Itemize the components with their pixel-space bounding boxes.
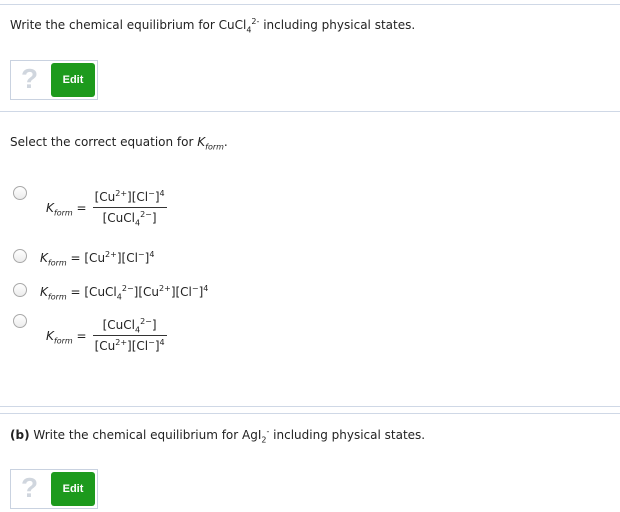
help-icon[interactable]: ? [21, 63, 38, 95]
part-a-question: Write the chemical equilibrium for CuCl4… [10, 17, 416, 35]
option-1-denominator: [CuCl42−] [102, 210, 157, 228]
option-3-radio[interactable] [13, 283, 27, 297]
section-divider-b-bottom [0, 413, 620, 414]
help-icon[interactable]: ? [21, 472, 38, 504]
option-4-equation: Kform = [CuCl42−] [Cu2+][Cl−]4 [46, 317, 167, 354]
option-1-radio[interactable] [13, 186, 27, 200]
part-a-answer-box: ? Edit [10, 60, 98, 100]
option-1-equation: Kform = [Cu2+][Cl−]4 [CuCl42−] [46, 189, 167, 228]
section-divider [0, 111, 620, 112]
option-4-radio[interactable] [13, 314, 27, 328]
edit-button[interactable]: Edit [51, 472, 95, 506]
section-divider-b-top [0, 406, 620, 407]
option-1-numerator: [Cu2+][Cl−]4 [94, 189, 165, 205]
option-3-equation: Kform = [CuCl42−][Cu2+][Cl−]4 [40, 284, 209, 302]
option-4-denominator: [Cu2+][Cl−]4 [94, 338, 165, 354]
option-2-equation: Kform = [Cu2+][Cl−]4 [40, 250, 155, 268]
option-2-radio[interactable] [13, 249, 27, 263]
part-b-answer-box: ? Edit [10, 469, 98, 509]
select-prompt: Select the correct equation for Kform. [10, 135, 228, 152]
edit-button[interactable]: Edit [51, 63, 95, 97]
option-4-numerator: [CuCl42−] [102, 317, 157, 335]
top-divider [0, 4, 620, 5]
part-b-question: (b) Write the chemical equilibrium for A… [10, 427, 426, 445]
